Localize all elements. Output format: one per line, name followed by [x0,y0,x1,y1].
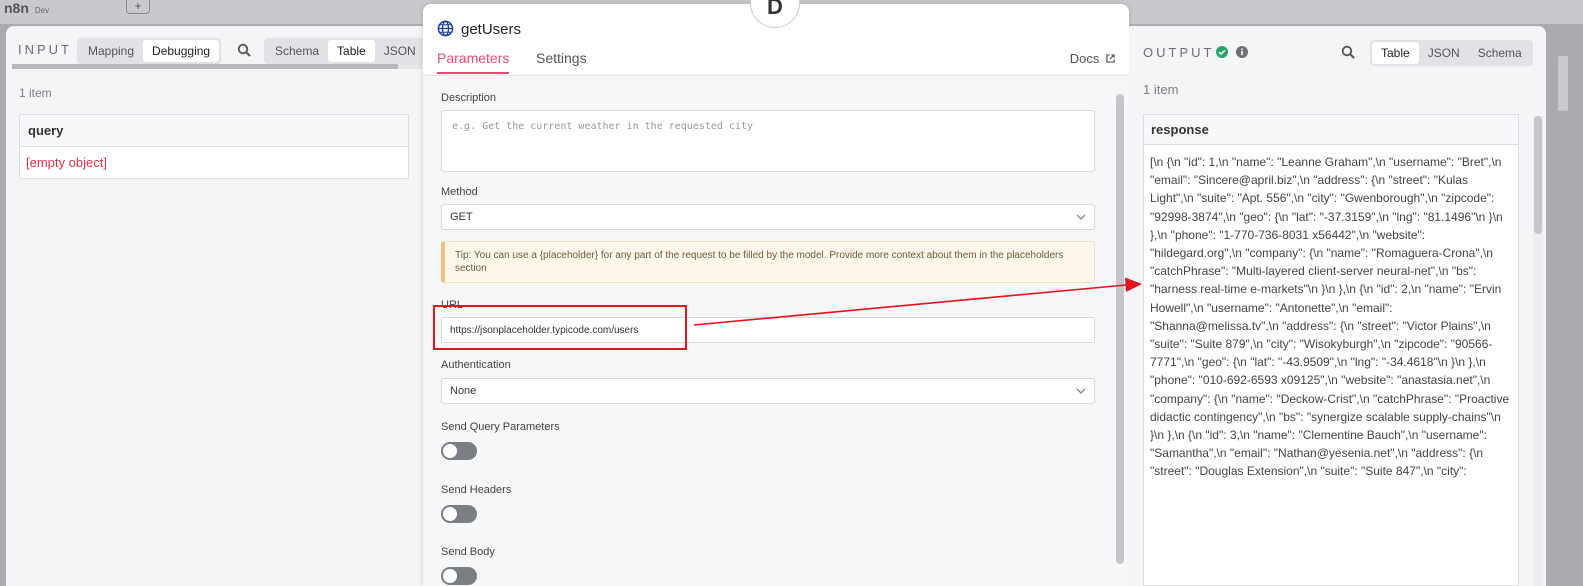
external-link-icon [1106,54,1115,63]
schema-tab[interactable]: Schema [266,40,328,62]
authentication-value: None [450,385,477,397]
output-view-switch: Table JSON Schema [1370,40,1533,66]
description-label: Description [441,92,497,104]
input-view-switch: Schema Table JSON [264,38,427,64]
table-header-response: response [1144,115,1518,145]
response-value: [\n {\n "id": 1,\n "name": "Leanne Graha… [1150,155,1510,479]
node-parameters-panel: getUsers Parameters Settings Docs Descri… [423,4,1129,586]
node-title[interactable]: getUsers [461,21,521,38]
placeholder-tip: Tip: You can use a {placeholder} for any… [441,241,1095,283]
canvas-handle [1558,56,1568,111]
node-tabs: Parameters Settings [423,48,1129,76]
table-header-query: query [20,115,408,147]
scrollbar-thumb[interactable] [1534,116,1542,234]
output-title: OUTPUT [1143,45,1215,60]
search-icon[interactable] [237,43,251,57]
docs-link[interactable]: Docs [1070,51,1115,66]
input-mode-switch: Mapping Debugging [77,38,222,64]
search-icon[interactable] [1341,45,1355,59]
input-panel: INPUT Mapping Debugging Schema Table JSO… [6,26,427,586]
scrollbar-thumb[interactable] [12,64,398,69]
success-check-icon [1216,46,1228,58]
app-logo[interactable]: n8n Dev [4,0,49,16]
url-highlight-box [433,305,687,350]
tab-settings[interactable]: Settings [536,50,587,72]
method-select[interactable]: GET [441,204,1095,230]
send-headers-label: Send Headers [441,484,512,496]
globe-icon [437,20,454,37]
toggle-knob [443,507,457,521]
app-logo-text: n8n [4,0,29,16]
input-title: INPUT [18,42,72,57]
send-query-toggle[interactable] [441,442,477,460]
json-tab[interactable]: JSON [375,40,425,62]
docs-label: Docs [1069,51,1100,66]
output-table: response [\n {\n "id": 1,\n "name": "Lea… [1143,114,1519,586]
vertical-scrollbar[interactable] [1115,76,1125,586]
toggle-knob [443,569,457,583]
toggle-knob [443,444,457,458]
authentication-select[interactable]: None [441,378,1095,404]
method-label: Method [441,186,478,198]
output-item-count: 1 item [1143,82,1179,97]
scrollbar-thumb[interactable] [1116,94,1124,564]
send-headers-toggle[interactable] [441,505,477,523]
canvas-edge [1546,26,1583,586]
send-body-toggle[interactable] [441,567,477,585]
schema-tab[interactable]: Schema [1469,42,1531,64]
mapping-tab[interactable]: Mapping [79,40,143,62]
vertical-scrollbar[interactable] [1533,116,1543,586]
horizontal-scrollbar[interactable] [12,64,422,69]
info-icon[interactable] [1236,46,1248,58]
environment-tag: Dev [34,6,50,15]
send-body-label: Send Body [441,546,495,558]
authentication-label: Authentication [441,359,511,371]
chevron-down-icon [1076,214,1086,220]
json-tab[interactable]: JSON [1419,42,1469,64]
add-button[interactable]: + [126,0,150,14]
chevron-down-icon [1076,388,1086,394]
table-cell-value: [empty object] [26,155,107,170]
tab-parameters[interactable]: Parameters [437,50,510,74]
description-input[interactable]: e.g. Get the current weather in the requ… [441,110,1095,172]
table-tab[interactable]: Table [1372,42,1419,64]
output-panel: OUTPUT Table JSON Schema 1 item response… [1129,26,1546,586]
table-tab[interactable]: Table [328,40,375,62]
input-table: query [empty object] [19,114,409,179]
send-query-label: Send Query Parameters [441,421,560,433]
debugging-tab[interactable]: Debugging [143,40,220,62]
method-value: GET [450,211,473,223]
input-item-count: 1 item [19,86,52,100]
